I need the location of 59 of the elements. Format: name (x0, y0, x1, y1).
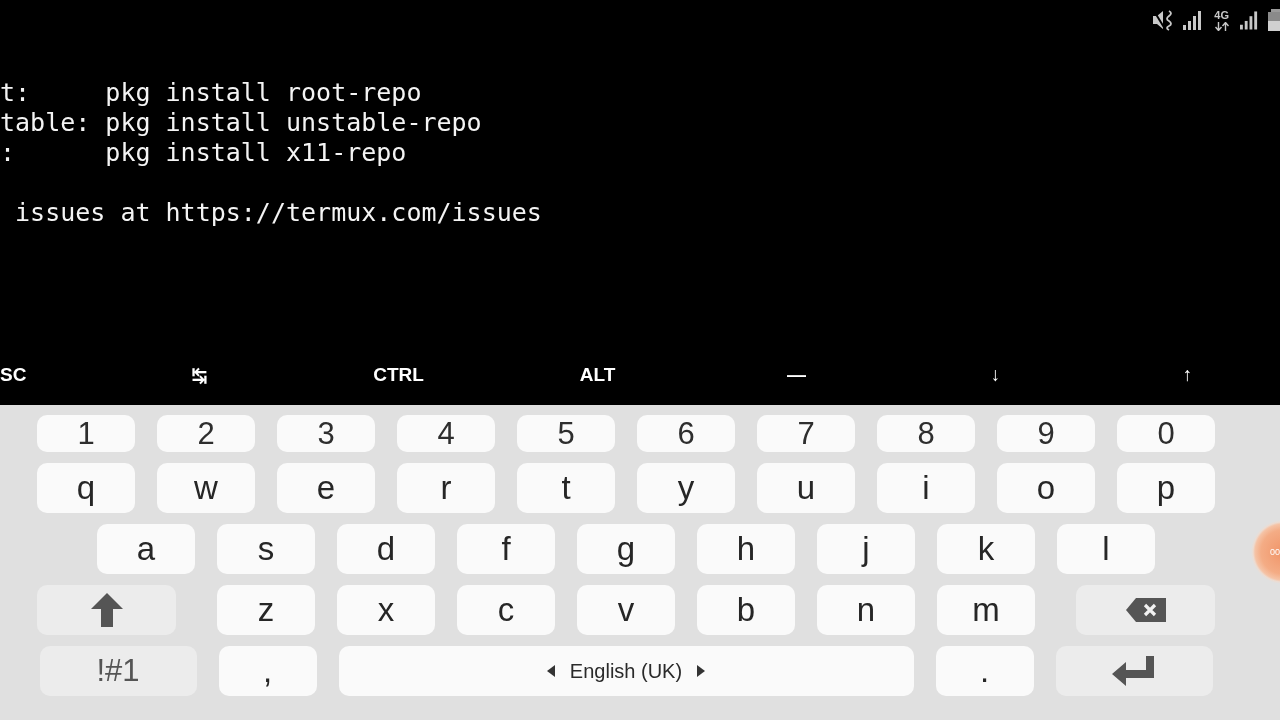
keyboard-key[interactable]: 0 (1117, 415, 1215, 452)
keyboard-key[interactable]: 5 (517, 415, 615, 452)
keyboard-key[interactable]: s (217, 524, 315, 574)
keyboard-key[interactable]: p (1117, 463, 1215, 513)
keyboard-key[interactable]: w (157, 463, 255, 513)
terminal-line: table: pkg install unstable-repo (0, 108, 482, 138)
keyboard-key[interactable]: 2 (157, 415, 255, 452)
terminal-line: issues at https://termux.com/issues (14, 198, 542, 228)
keyboard-key[interactable]: 9 (997, 415, 1095, 452)
keyboard-key[interactable]: g (577, 524, 675, 574)
keyboard-key[interactable]: k (937, 524, 1035, 574)
keyboard-key[interactable]: i (877, 463, 975, 513)
keyboard-key[interactable]: a (97, 524, 195, 574)
signal-bars-icon (1240, 10, 1259, 30)
network-type-label: 4G (1214, 9, 1229, 21)
keyboard-key[interactable]: 8 (877, 415, 975, 452)
keyboard-key[interactable]: l (1057, 524, 1155, 574)
backspace-key[interactable] (1076, 585, 1215, 635)
symbols-key[interactable]: !#1 (39, 646, 197, 696)
keyboard-key[interactable]: j (817, 524, 915, 574)
keyboard-key[interactable]: e (277, 463, 375, 513)
terminal-line: t: pkg install root-repo (0, 78, 422, 108)
data-arrows-icon (1214, 21, 1229, 31)
keyboard-key[interactable]: 1 (37, 415, 135, 452)
timer-text: 00 (1270, 547, 1280, 557)
battery-icon (1268, 9, 1280, 31)
keyboard-key[interactable]: , (218, 646, 317, 696)
keyboard-key[interactable]: u (757, 463, 855, 513)
keyboard-key[interactable]: t (517, 463, 615, 513)
keyboard-key[interactable]: m (937, 585, 1035, 635)
keyboard-key[interactable]: n (817, 585, 915, 635)
keyboard-key[interactable]: d (337, 524, 435, 574)
keyboard-key[interactable]: b (697, 585, 795, 635)
keyboard-key[interactable]: 3 (277, 415, 375, 452)
keyboard-key[interactable]: z (217, 585, 315, 635)
keyboard-key[interactable]: h (697, 524, 795, 574)
muted-speaker-icon (1152, 9, 1175, 31)
right-triangle-icon (697, 665, 706, 677)
keyboard-key[interactable]: 4 (397, 415, 495, 452)
terminal-line: : pkg install x11-repo (0, 138, 407, 168)
return-arrow-icon (1112, 656, 1156, 686)
backspace-icon (1125, 598, 1166, 622)
keyboard-key[interactable]: v (577, 585, 675, 635)
keyboard-key[interactable]: o (997, 463, 1095, 513)
keyboard-key[interactable]: 7 (757, 415, 855, 452)
keyboard-key[interactable]: 6 (637, 415, 735, 452)
keyboard-key[interactable]: f (457, 524, 555, 574)
left-triangle-icon (546, 665, 555, 677)
keyboard-key[interactable]: r (397, 463, 495, 513)
shift-key[interactable] (37, 585, 176, 635)
keyboard-key[interactable]: y (637, 463, 735, 513)
signal-bars-icon (1183, 10, 1204, 30)
up-arrow-icon (90, 593, 123, 627)
keyboard-key[interactable]: c (457, 585, 555, 635)
enter-key[interactable] (1055, 646, 1213, 696)
keyboard-key[interactable]: . (935, 646, 1034, 696)
space-bar[interactable]: English (UK) (338, 646, 914, 696)
keyboard-key[interactable]: q (37, 463, 135, 513)
keyboard-key[interactable]: x (337, 585, 435, 635)
